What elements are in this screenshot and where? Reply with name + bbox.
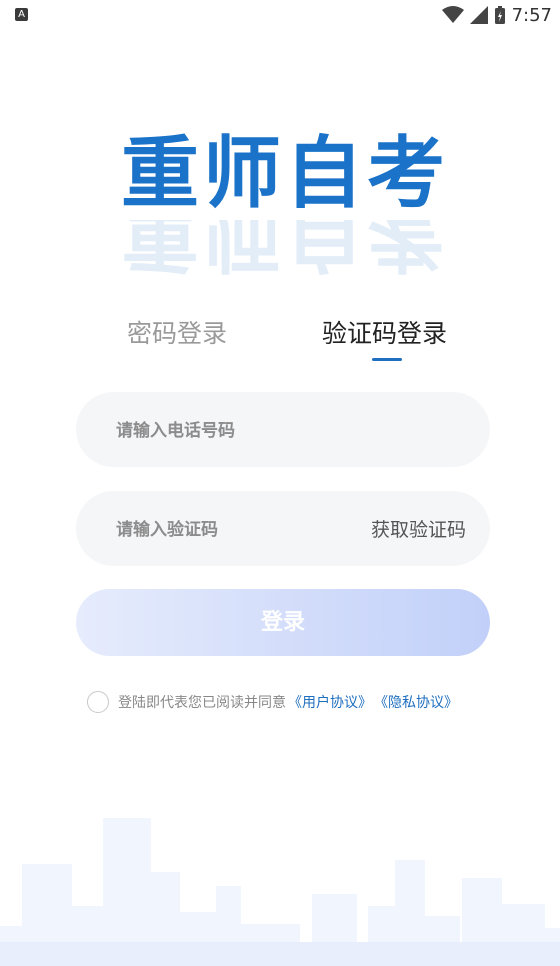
agree-checkbox[interactable] (87, 691, 109, 713)
status-bar: A 7:57 (0, 0, 560, 30)
login-tabs: 密码登录 验证码登录 (75, 310, 491, 370)
phone-field[interactable] (76, 392, 490, 469)
logo-text: 重师自考 (120, 129, 449, 219)
user-agreement-link[interactable]: 《用户协议》 (288, 692, 372, 712)
signal-icon (469, 6, 488, 24)
code-field[interactable]: 获取验证码 (76, 491, 490, 568)
agreement-text: 登陆即代表您已阅读并同意 (118, 695, 286, 711)
code-input[interactable] (114, 491, 358, 568)
get-code-button[interactable]: 获取验证码 (371, 491, 466, 566)
logo-reflection: 重师自考 (120, 220, 449, 279)
agreement-row: 登陆即代表您已阅读并同意 《用户协议》 《隐私协议》 (87, 690, 458, 714)
status-right: 7:57 (441, 3, 552, 27)
app-logo: 重师自考 重师自考 (100, 128, 470, 279)
tab-sms-login[interactable]: 验证码登录 (322, 310, 447, 358)
clock: 7:57 (511, 4, 552, 26)
notification-icon: A (15, 8, 28, 21)
phone-input[interactable] (114, 392, 358, 469)
login-button[interactable]: 登录 (76, 589, 490, 656)
active-tab-indicator (372, 358, 402, 361)
battery-icon (494, 6, 505, 24)
city-skyline-illustration (0, 818, 560, 966)
privacy-agreement-link[interactable]: 《隐私协议》 (374, 692, 458, 712)
wifi-icon (441, 6, 464, 23)
tab-password-login[interactable]: 密码登录 (127, 310, 227, 358)
